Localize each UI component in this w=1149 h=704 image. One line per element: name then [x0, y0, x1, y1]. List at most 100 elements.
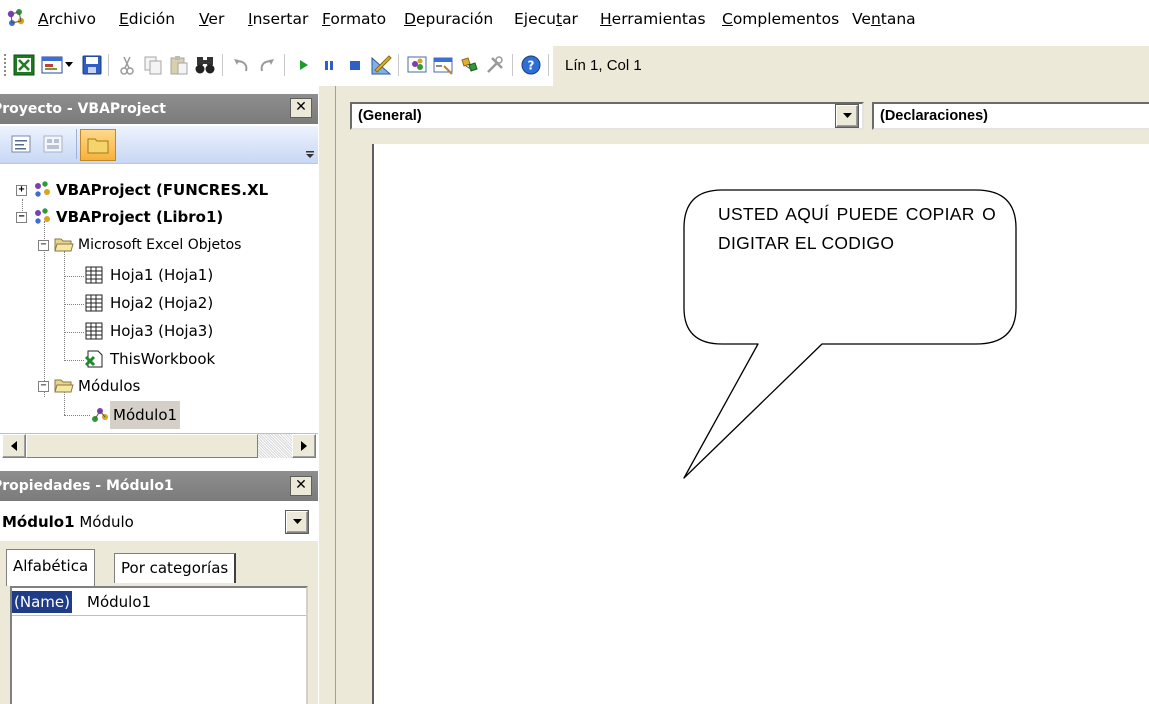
- scroll-right-button[interactable]: [292, 434, 316, 458]
- arrow-left-icon: [11, 441, 17, 451]
- object-combo-dropdown-button[interactable]: [836, 105, 858, 127]
- scroll-thumb[interactable]: [26, 434, 258, 458]
- stop-icon: [350, 61, 360, 70]
- reset-button[interactable]: [343, 53, 367, 77]
- selected-object: Módulo1 Módulo: [2, 507, 134, 537]
- menu-ventana[interactable]: Ventana: [852, 0, 916, 38]
- property-row[interactable]: (Name) Módulo1: [12, 588, 306, 616]
- menu-herramientas[interactable]: Herramientas: [600, 0, 706, 38]
- project-explorer-title-bar: Proyecto - VBAProject: [0, 94, 318, 124]
- property-value[interactable]: Módulo1: [87, 588, 151, 616]
- object-selector-dropdown-button[interactable]: [286, 511, 308, 533]
- menu-archivo[interactable]: Archivo: [38, 0, 96, 38]
- toolbar-separator: [284, 54, 285, 76]
- properties-window-button[interactable]: [431, 53, 455, 77]
- tree-item-label: Microsoft Excel Objetos: [78, 237, 242, 253]
- view-object-button[interactable]: [42, 134, 66, 156]
- menu-ejecutar[interactable]: Ejecutar: [514, 0, 578, 38]
- object-browser-button[interactable]: [457, 53, 481, 77]
- scroll-track[interactable]: [258, 434, 292, 458]
- close-icon: ✕: [295, 99, 307, 115]
- tab-por-categorias[interactable]: Por categorías: [114, 553, 237, 583]
- chevron-down-icon: [306, 151, 314, 158]
- pane-splitter[interactable]: [318, 86, 336, 704]
- menu-ver[interactable]: Ver: [199, 0, 224, 38]
- chevron-down-icon: [842, 113, 852, 118]
- tab-alfabetica[interactable]: Alfabética: [6, 549, 96, 586]
- toggle-folders-button[interactable]: [80, 129, 116, 161]
- properties-object-selector[interactable]: Módulo1 Módulo: [0, 507, 318, 537]
- tab-label: Alfabética: [13, 557, 89, 575]
- folder-open-icon: [54, 238, 74, 252]
- menu-formato[interactable]: Formato: [322, 0, 386, 38]
- worksheet-icon: [85, 322, 103, 340]
- tree-connector: [64, 276, 84, 277]
- project-explorer-button[interactable]: [405, 53, 429, 77]
- paste-icon: [170, 56, 188, 75]
- properties-close-button[interactable]: ✕: [290, 476, 312, 496]
- project-explorer-close-button[interactable]: ✕: [290, 98, 312, 118]
- svg-text:?: ?: [528, 59, 535, 73]
- menu-complementos[interactable]: Complementos: [722, 0, 839, 38]
- design-mode-button[interactable]: [369, 53, 393, 77]
- scroll-left-button[interactable]: [2, 434, 26, 458]
- cut-button[interactable]: [115, 53, 139, 77]
- insert-dropdown-arrow[interactable]: [62, 53, 76, 77]
- userform-icon: [41, 56, 63, 74]
- properties-title: Propiedades - Módulo1: [0, 478, 174, 494]
- break-button[interactable]: [317, 53, 341, 77]
- object-combo[interactable]: (General): [350, 102, 864, 130]
- module-icon: [92, 408, 108, 422]
- find-button[interactable]: [193, 53, 217, 77]
- undo-button[interactable]: [229, 53, 253, 77]
- toolbar-separator: [76, 129, 77, 159]
- code-margin-indicator-bar[interactable]: [336, 144, 374, 704]
- play-icon: [300, 60, 308, 70]
- object-combo-value: (General): [358, 108, 422, 124]
- insert-userform-button[interactable]: [40, 53, 64, 77]
- procedure-combo-value: (Declaraciones): [880, 108, 988, 124]
- paste-button[interactable]: [167, 53, 191, 77]
- toolbar-grip[interactable]: [4, 54, 7, 76]
- cursor-position-indicator: Lín 1, Col 1: [552, 46, 1149, 86]
- help-icon: ?: [521, 55, 541, 75]
- standard-toolbar: ? Lín 1, Col 1: [0, 44, 1149, 86]
- toolbar-overflow-button[interactable]: [306, 148, 314, 158]
- properties-grid-gutter: [0, 586, 10, 704]
- worksheet-icon: [85, 294, 103, 312]
- callout-text: USTED AQUÍ PUEDE COPIAR O DIGITAR EL COD…: [718, 204, 996, 253]
- tree-item-label: VBAProject (FUNCRES.XL: [56, 181, 269, 199]
- binoculars-icon: [195, 57, 215, 74]
- properties-grid: (Name) Módulo1: [10, 586, 308, 704]
- folder-open-icon: [54, 379, 74, 393]
- tree-connector: [64, 304, 84, 305]
- toolbox-icon: [487, 56, 503, 73]
- object-browser-icon: [461, 57, 478, 72]
- menu-insertar[interactable]: Insertar: [248, 0, 308, 38]
- redo-button[interactable]: [255, 53, 279, 77]
- folder-icon: [87, 138, 109, 154]
- project-tree-horizontal-scrollbar[interactable]: [0, 433, 318, 459]
- properties-icon: [433, 57, 453, 75]
- view-excel-button[interactable]: [12, 53, 36, 77]
- collapse-icon[interactable]: −: [38, 240, 49, 251]
- selected-object-type: Módulo: [79, 513, 134, 531]
- cursor-position-text: Lín 1, Col 1: [565, 57, 642, 74]
- chevron-down-icon: [292, 519, 302, 524]
- collapse-icon[interactable]: −: [38, 381, 49, 392]
- tree-connector: [64, 251, 65, 359]
- menu-depuracion[interactable]: Depuración: [404, 0, 493, 38]
- copy-button[interactable]: [141, 53, 165, 77]
- design-mode-icon: [371, 55, 392, 75]
- collapse-icon[interactable]: −: [16, 212, 27, 223]
- run-button[interactable]: [291, 53, 315, 77]
- view-code-button[interactable]: [10, 134, 34, 156]
- save-button[interactable]: [80, 53, 104, 77]
- copy-icon: [144, 56, 162, 75]
- expand-icon[interactable]: +: [16, 185, 27, 196]
- toolbox-button[interactable]: [483, 53, 507, 77]
- code-window-header: (General) (Declaraciones): [336, 86, 1149, 144]
- help-button[interactable]: ?: [519, 53, 543, 77]
- procedure-combo[interactable]: (Declaraciones): [872, 102, 1149, 130]
- menu-edicion[interactable]: Edición: [119, 0, 175, 38]
